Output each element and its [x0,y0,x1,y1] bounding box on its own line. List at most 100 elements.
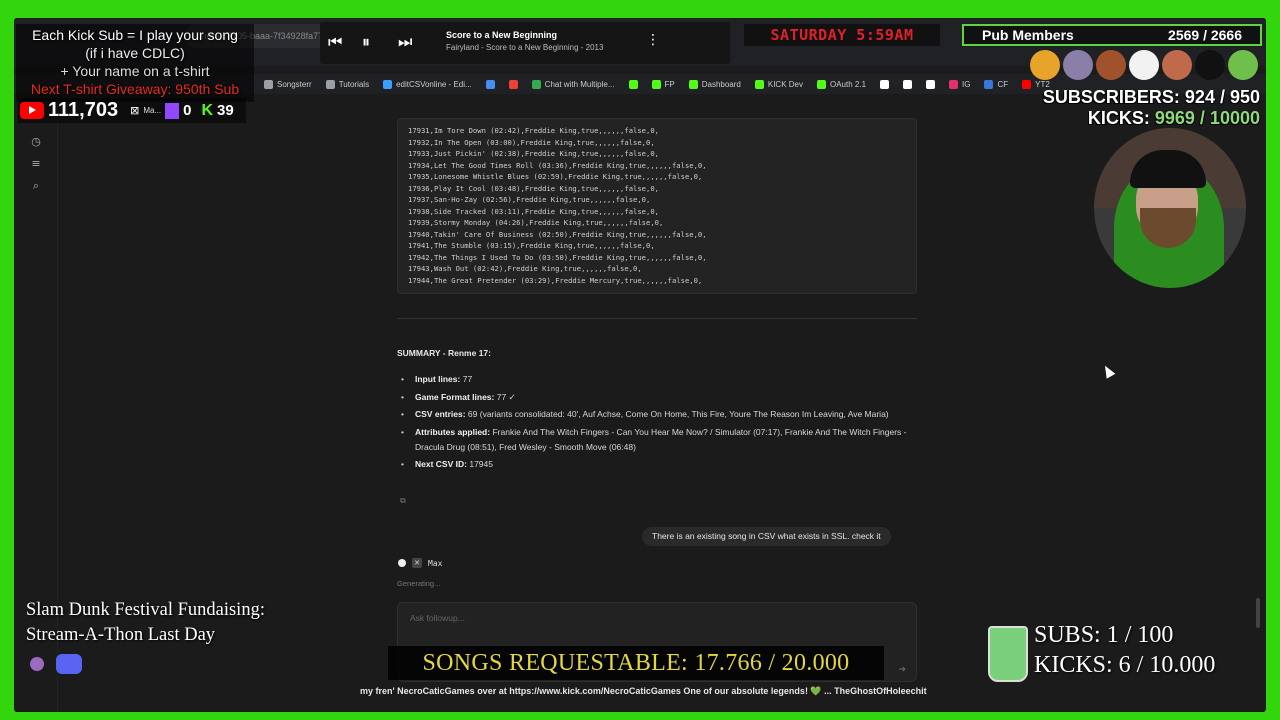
songs-requestable-banner: SONGS REQUESTABLE: 17.766 / 20.000 [388,646,884,680]
subscribers-goal: SUBSCRIBERS: 924 / 950 [1043,87,1260,108]
summary-item-value: 17945 [469,459,493,469]
twitch-label: Ma... [143,106,162,115]
code-line: 17944,The Great Pretender (03:29),Freddi… [408,275,703,285]
next-track-icon[interactable]: ⏭ [398,32,412,52]
summary-item-label: Attributes applied: [415,426,491,437]
avatar [1228,50,1258,80]
bookmark-favicon-icon [880,79,890,89]
summary-item-label: CSV entries: [415,409,466,419]
bookmark-item[interactable]: FP [651,79,675,89]
youtube-icon [20,102,44,119]
bookmark-item[interactable] [903,79,913,89]
more-options-icon[interactable]: ⋮ [646,32,660,48]
bookmark-favicon-icon [817,79,826,89]
model-name: Max [428,558,443,568]
kicks-label: KICKS: [1087,108,1150,128]
bookmark-favicon-icon [508,79,518,89]
bookmark-label: Dashboard [701,79,741,89]
subscribers-label: SUBSCRIBERS: [1042,87,1180,107]
bookmark-favicon-icon [628,79,638,89]
followup-input[interactable] [410,613,810,623]
code-line: 17935,Lonesome Whistle Blues (02:59),Fre… [408,172,703,181]
promo-line-3: + Your name on a t-shirt [60,63,210,79]
search-icon[interactable]: ⌕ [30,180,42,192]
list-icon[interactable]: ≡ [30,158,42,170]
code-line: 17937,San-Ho-Zay (02:56),Freddie King,tr… [408,195,651,204]
twitch-count: 0 [183,102,192,119]
user-message-bubble: There is an existing song in CSV what ex… [642,527,891,546]
bookmark-item[interactable] [880,79,890,89]
code-line: 17938,Side Tracked (03:11),Freddie King,… [408,206,659,216]
track-title: Score to a New Beginning [446,30,558,40]
promo-line-4: Next T-shirt Giveaway: 950th Sub [30,81,240,97]
generating-status: Generating... [397,579,441,588]
bookmark-item[interactable] [508,79,518,89]
bookmark-item[interactable]: IG [949,79,971,89]
pause-icon[interactable]: ⏸ [362,32,370,52]
bookmark-favicon-icon [485,79,495,89]
bookmark-favicon-icon [984,79,994,89]
summary-title: SUMMARY - Renme 17: [397,348,491,358]
summary-item: Game Format lines: 77 ✓ [400,390,910,405]
history-icon[interactable]: ◷ [30,136,42,148]
bookmark-item[interactable]: CF [984,79,1009,89]
bookmark-favicon-icon [383,79,393,89]
bookmark-favicon-icon [264,79,273,89]
bookmark-item[interactable]: editCSVonline - Edi... [383,79,472,89]
scrolling-ticker: my fren' NecroCaticGames over at https:/… [360,686,927,696]
bookmark-item[interactable]: Chat with Multiple... [531,79,615,89]
bookmark-favicon-icon [1022,79,1032,89]
youtube-count: 111,703 [48,99,119,121]
code-line: 17943,Wash Out (02:42),Freddie King,true… [408,264,642,273]
bookmark-label: Tutorials [338,79,370,89]
bookmark-favicon-icon [949,79,959,89]
previous-track-icon[interactable]: ⏮ [328,32,342,52]
bookmark-label: FP [664,79,675,89]
scrollbar[interactable] [1256,98,1261,638]
bookmark-label: CF [997,79,1009,89]
summary-item: Next CSV ID: 17945 [400,457,910,472]
avatar [1063,50,1093,80]
bookmark-label: IG [962,79,971,89]
bookmark-label: Songsterr [277,79,312,89]
bookmark-item[interactable] [926,79,936,89]
kicks-counter: KICKS: 6 / 10.000 [1034,652,1216,678]
copy-icon[interactable]: ⧉ [400,496,406,506]
bookmark-item[interactable]: Dashboard [688,79,741,89]
promo-line-1: Each Kick Sub = I play your song [32,27,238,43]
twitch-icon [165,102,180,119]
code-line: 17934,Let The Good Times Roll (03:36),Fr… [408,160,707,170]
summary-list: Input lines: 77 Game Format lines: 77 ✓ CS… [400,372,910,475]
csv-code-block: 17931,Im Tore Down (02:42),Freddie King,… [397,118,917,294]
code-line: 17933,Just Pickin' (02:38),Freddie King,… [408,149,659,158]
summary-item-label: Next CSV ID: [415,459,467,469]
bookmark-item[interactable] [485,79,495,89]
fundraising-text: Slam Dunk Festival Fundaising: Stream-A-… [26,598,265,648]
avatar [1129,50,1159,80]
bookmark-label: Chat with Multiple... [544,79,615,89]
bookmark-item[interactable]: Songsterr [264,79,312,89]
summary-item-value: 77 [462,374,473,384]
bookmark-item[interactable]: Tutorials [325,79,370,89]
pub-members-count: 2569 / 2666 [1168,27,1242,43]
follower-stats: 111,703 ⊠ Ma... 0 K 39 [18,98,246,123]
bookmark-favicon-icon [688,79,698,89]
fundraising-line-2: Stream-A-Thon Last Day [26,625,216,645]
fundraising-line-1: Slam Dunk Festival Fundaising: [26,600,265,620]
avatar [1162,50,1192,80]
scrollbar-thumb[interactable] [1256,598,1260,628]
summary-item-label: Input lines: [415,374,461,384]
track-subtitle: Fairyland - Score to a New Beginning - 2… [446,43,604,52]
bookmark-label: OAuth 2.1 [830,79,867,89]
subscribers-value: 924 / 950 [1184,87,1260,107]
code-line: 17942,The Things I Used To Do (03:50),Fr… [408,252,707,262]
kick-sub-promo: Each Kick Sub = I play your song (if i h… [16,24,254,102]
bookmark-item[interactable] [628,79,638,89]
bookmark-item[interactable]: OAuth 2.1 [817,79,867,89]
summary-item: CSV entries: 69 (variants consolidated: … [400,407,910,422]
bookmark-favicon-icon [651,79,661,89]
send-arrow-icon[interactable]: ➜ [898,665,906,675]
jar-icon [988,626,1028,682]
kicks-value: 9969 / 10000 [1154,108,1260,128]
bookmark-item[interactable]: KICK Dev [754,79,803,89]
